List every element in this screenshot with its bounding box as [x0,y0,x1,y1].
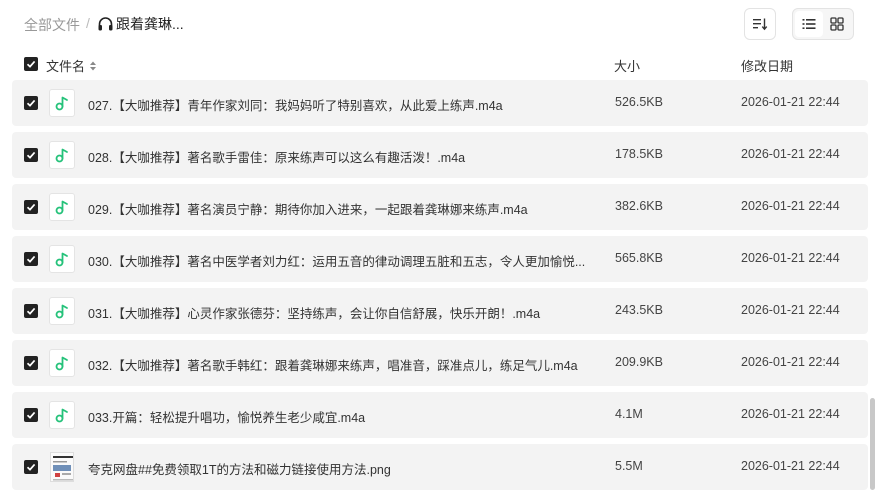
file-name[interactable]: 033.开篇：轻松提升唱功，愉悦养生老少咸宜.m4a [88,407,365,426]
sort-arrows-icon [90,61,97,70]
file-row[interactable]: 033.开篇：轻松提升唱功，愉悦养生老少咸宜.m4a 4.1M 2026-01-21… [12,392,868,438]
audio-file-icon [49,245,75,273]
file-date: 2026-01-21 22:44 [741,303,840,317]
file-date: 2026-01-21 22:44 [741,459,840,473]
file-size: 243.5KB [615,303,663,317]
file-size: 526.5KB [615,95,663,109]
audio-file-icon [49,297,75,325]
file-date: 2026-01-21 22:44 [741,407,840,421]
file-size: 382.6KB [615,199,663,213]
file-size: 178.5KB [615,147,663,161]
file-row[interactable]: 夸克网盘##免费领取1T的方法和磁力链接使用方法.png 5.5M 2026-01-… [12,444,868,490]
row-checkbox[interactable] [24,356,38,370]
file-date: 2026-01-21 22:44 [741,95,840,109]
row-checkbox[interactable] [24,96,38,110]
file-date: 2026-01-21 22:44 [741,199,840,213]
audio-file-icon [49,89,75,117]
audio-file-icon [49,193,75,221]
check-icon [26,307,36,315]
breadcrumb-separator: / [86,15,90,31]
row-checkbox[interactable] [24,252,38,266]
column-size-header[interactable]: 大小 [614,56,640,75]
select-all-checkbox[interactable] [24,57,38,71]
row-checkbox[interactable] [24,200,38,214]
check-icon [26,99,36,107]
file-name[interactable]: 030.【大咖推荐】著名中医学者刘力红：运用五音的律动调理五脏和五志，令人更加愉… [88,251,585,270]
check-icon [26,463,36,471]
row-checkbox[interactable] [24,148,38,162]
file-name[interactable]: 028.【大咖推荐】著名歌手雷佳：原来练声可以这么有趣活泼！.m4a [88,147,465,166]
column-date-header[interactable]: 修改日期 [741,56,793,75]
check-icon [26,60,36,68]
list-view-icon [802,19,816,29]
file-name[interactable]: 029.【大咖推荐】著名演员宁静：期待你加入进来，一起跟着龚琳娜来练声.m4a [88,199,528,218]
sort-lines-icon [753,18,768,31]
file-name[interactable]: 032.【大咖推荐】著名歌手韩红：跟着龚琳娜来练声，唱准音，踩准点儿，练足气儿.… [88,355,578,374]
file-name[interactable]: 031.【大咖推荐】心灵作家张德芬：坚持练声，会让你自信舒展，快乐开朗！.m4a [88,303,540,322]
grid-view-icon [830,17,844,31]
breadcrumb-root[interactable]: 全部文件 [24,15,80,35]
headphones-icon [98,17,113,31]
file-size: 5.5M [615,459,643,473]
row-checkbox[interactable] [24,408,38,422]
view-toggle [792,8,854,40]
file-row[interactable]: 029.【大咖推荐】著名演员宁静：期待你加入进来，一起跟着龚琳娜来练声.m4a 3… [12,184,868,230]
check-icon [26,203,36,211]
top-bar: 全部文件 / 跟着龚琳... [0,0,878,48]
file-row[interactable]: 027.【大咖推荐】青年作家刘同：我妈妈听了特别喜欢，从此爱上练声.m4a 526… [12,80,868,126]
file-size: 4.1M [615,407,643,421]
file-row[interactable]: 028.【大咖推荐】著名歌手雷佳：原来练声可以这么有趣活泼！.m4a 178.5K… [12,132,868,178]
list-view-button[interactable] [795,11,823,37]
audio-file-icon [49,401,75,429]
file-list: 027.【大咖推荐】青年作家刘同：我妈妈听了特别喜欢，从此爱上练声.m4a 526… [12,80,868,495]
file-row[interactable]: 030.【大咖推荐】著名中医学者刘力红：运用五音的律动调理五脏和五志，令人更加愉… [12,236,868,282]
column-name-header[interactable]: 文件名 [46,56,98,75]
audio-file-icon [49,349,75,377]
file-date: 2026-01-21 22:44 [741,147,840,161]
breadcrumb-current: 跟着龚琳... [97,14,184,34]
file-row[interactable]: 032.【大咖推荐】著名歌手韩红：跟着龚琳娜来练声，唱准音，踩准点儿，练足气儿.… [12,340,868,386]
file-size: 565.8KB [615,251,663,265]
audio-file-icon [49,141,75,169]
row-checkbox[interactable] [24,460,38,474]
sort-button[interactable] [744,8,776,40]
file-name[interactable]: 027.【大咖推荐】青年作家刘同：我妈妈听了特别喜欢，从此爱上练声.m4a [88,95,503,114]
check-icon [26,411,36,419]
check-icon [26,255,36,263]
file-date: 2026-01-21 22:44 [741,355,840,369]
breadcrumb-current-label: 跟着龚琳... [116,16,184,32]
check-icon [26,151,36,159]
check-icon [26,359,36,367]
image-thumbnail-icon [50,452,74,482]
column-header: 文件名 大小 修改日期 [0,50,878,78]
row-checkbox[interactable] [24,304,38,318]
file-name[interactable]: 夸克网盘##免费领取1T的方法和磁力链接使用方法.png [88,459,391,478]
grid-view-button[interactable] [823,11,851,37]
file-row[interactable]: 031.【大咖推荐】心灵作家张德芬：坚持练声，会让你自信舒展，快乐开朗！.m4a… [12,288,868,334]
column-name-label: 文件名 [46,59,86,74]
file-size: 209.9KB [615,355,663,369]
file-date: 2026-01-21 22:44 [741,251,840,265]
scrollbar-thumb[interactable] [870,398,875,490]
